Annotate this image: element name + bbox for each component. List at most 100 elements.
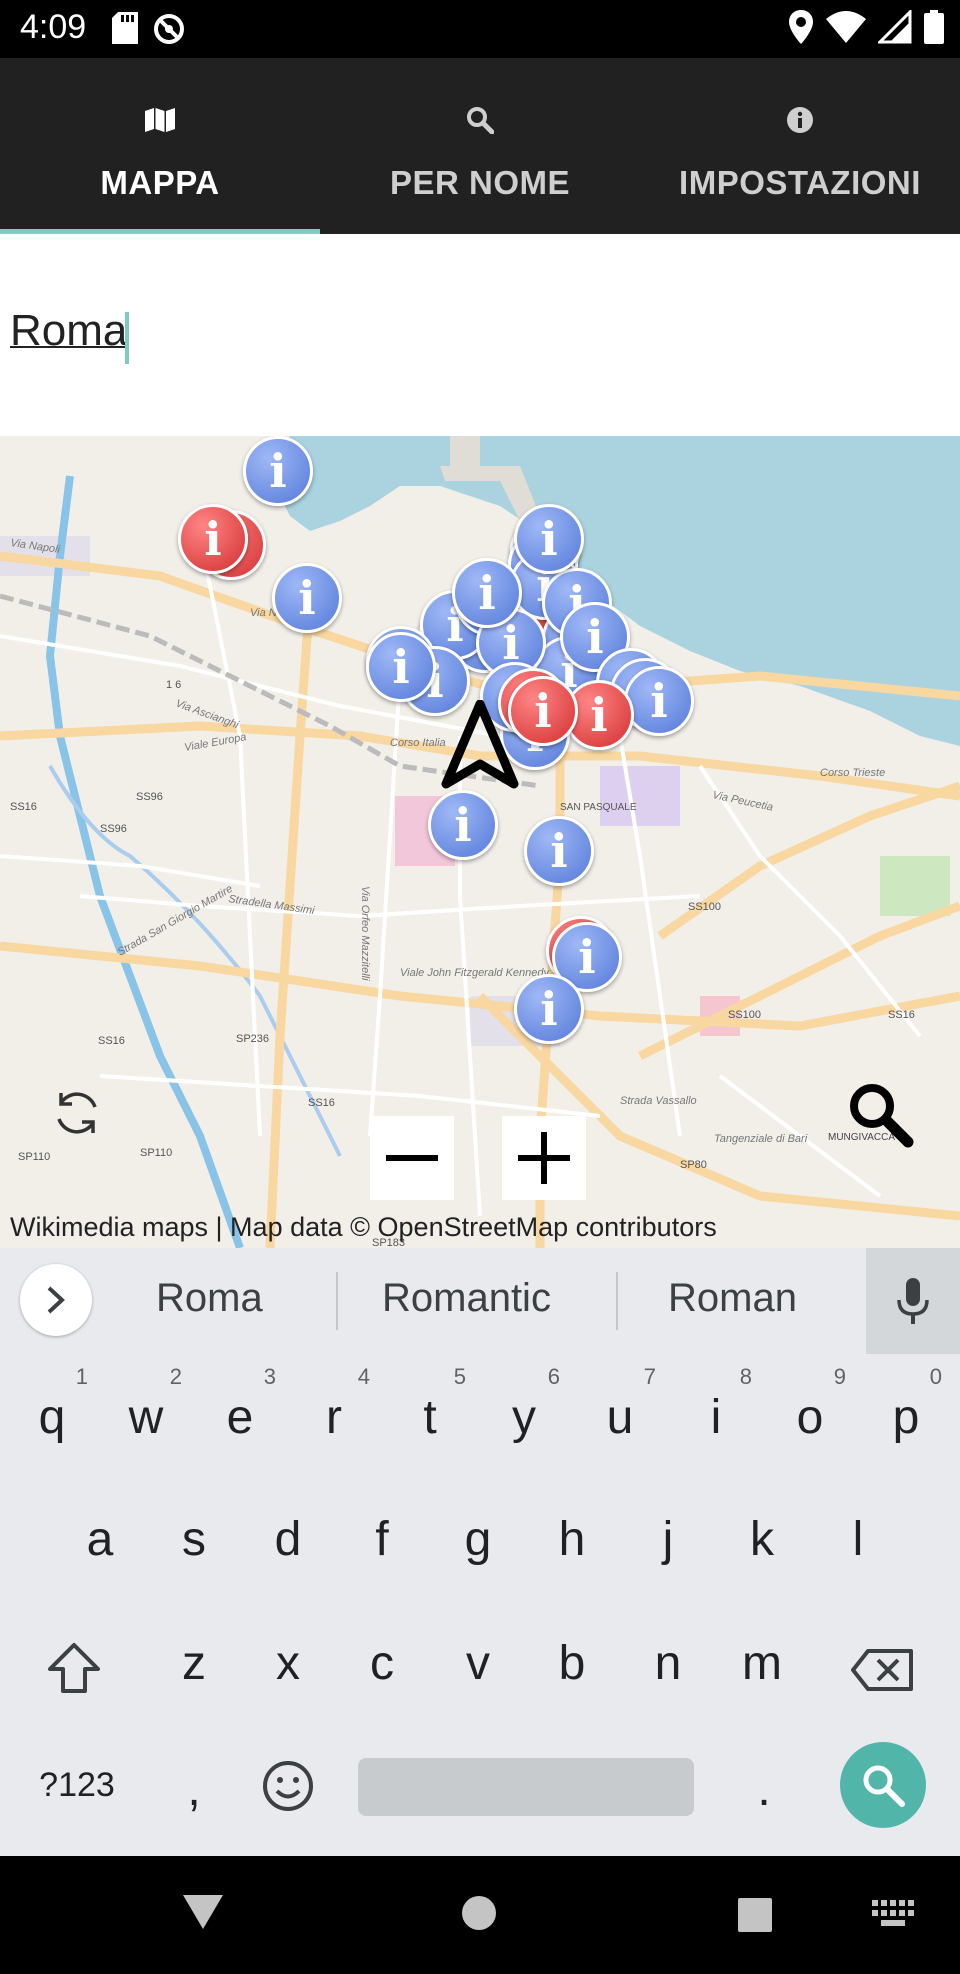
key-c[interactable]: c [352, 1636, 412, 1691]
suggestion-2[interactable]: Romantic [382, 1276, 551, 1321]
map-marker-red[interactable]: i [178, 504, 248, 574]
refresh-button[interactable] [46, 1082, 108, 1144]
key-m[interactable]: m [732, 1636, 792, 1691]
suggestion-divider [616, 1272, 618, 1330]
refresh-icon [57, 1092, 97, 1134]
search-icon [863, 1765, 905, 1807]
map-label-ss16: SS16 [308, 1097, 335, 1109]
map-label-viale-europa: Viale Europa [183, 731, 247, 754]
sync-off-icon [154, 14, 184, 44]
map-marker-blue[interactable]: i [524, 816, 594, 886]
search-area[interactable]: Roma [0, 234, 960, 436]
key-k[interactable]: k [732, 1512, 792, 1567]
map-marker-blue[interactable]: i [272, 563, 342, 633]
back-button[interactable] [180, 1892, 226, 1937]
map-label-16: 1 6 [166, 679, 181, 691]
microphone-icon [897, 1278, 929, 1324]
wifi-icon [826, 11, 866, 43]
map-label-ss16: SS16 [10, 801, 37, 813]
map-marker-blue[interactable]: i [514, 504, 584, 574]
tab-per-nome[interactable]: PER NOME [320, 58, 640, 234]
chevron-right-icon [47, 1286, 65, 1314]
search-input[interactable]: Roma [10, 306, 127, 356]
emoji-icon [263, 1761, 313, 1811]
map-marker-blue[interactable]: i [243, 436, 313, 506]
keyboard-search-key[interactable] [840, 1742, 926, 1828]
key-i[interactable]: i8 [686, 1364, 752, 1445]
map-label-corso-italia: Corso Italia [390, 737, 446, 749]
map-search-button[interactable] [842, 1076, 918, 1152]
map-view[interactable]: SS16 SS96 SS96 SS100 SS100 SS16 SP236 SS… [0, 436, 960, 1248]
key-h[interactable]: h [542, 1512, 602, 1567]
key-j[interactable]: j [638, 1512, 698, 1567]
key-q[interactable]: q1 [22, 1364, 88, 1445]
key-b[interactable]: b [542, 1636, 602, 1691]
back-triangle-icon [183, 1895, 223, 1929]
map-label-tangenziale-di-bari: Tangenziale di Bari [714, 1133, 808, 1145]
map-label-sp110: SP110 [18, 1151, 50, 1163]
key-f[interactable]: f [352, 1512, 412, 1567]
map-label-viale-john-fitzgerald-kennedy: Viale John Fitzgerald Kennedy [400, 967, 551, 979]
recents-square-icon [738, 1898, 772, 1932]
map-marker-blue[interactable]: i [624, 666, 694, 736]
space-key[interactable] [358, 1758, 694, 1816]
key-t[interactable]: t5 [400, 1364, 466, 1445]
expand-suggestions-button[interactable] [20, 1264, 92, 1336]
key-n[interactable]: n [638, 1636, 698, 1691]
map-label-sp80: SP80 [680, 1159, 707, 1171]
zoom-out-button[interactable] [370, 1116, 454, 1200]
keyboard-switch-button[interactable] [872, 1900, 914, 1933]
key-o[interactable]: o9 [780, 1364, 846, 1445]
map-label-ss100: SS100 [688, 901, 721, 913]
key-d[interactable]: d [258, 1512, 318, 1567]
period-key[interactable]: . [734, 1762, 794, 1817]
status-bar: 4:09 [0, 0, 960, 58]
location-arrow-icon [441, 700, 519, 789]
key-r[interactable]: r4 [304, 1364, 370, 1445]
key-l[interactable]: l [828, 1512, 888, 1567]
zoom-in-button[interactable] [502, 1116, 586, 1200]
map-attribution: Wikimedia maps | Map data © OpenStreetMa… [10, 1212, 717, 1242]
suggestion-3[interactable]: Roman [668, 1276, 797, 1321]
signal-icon [878, 10, 912, 44]
shift-key[interactable] [46, 1642, 106, 1694]
symbols-key[interactable]: ?123 [30, 1766, 124, 1805]
tab-per-nome-label: PER NOME [389, 164, 571, 201]
search-icon [467, 107, 494, 134]
emoji-key[interactable] [262, 1760, 316, 1814]
map-icon [145, 108, 175, 132]
map-label-ss96: SS96 [100, 823, 127, 835]
sd-card-icon [112, 12, 138, 44]
key-z[interactable]: z [164, 1636, 224, 1691]
tab-mappa-label: MAPPA [100, 164, 220, 201]
comma-key[interactable]: , [164, 1762, 224, 1817]
map-marker-blue[interactable]: i [366, 632, 436, 702]
backspace-key[interactable] [850, 1648, 916, 1692]
map-marker-blue[interactable]: i [514, 974, 584, 1044]
map-marker-blue[interactable]: i [452, 558, 522, 628]
plus-icon [518, 1132, 570, 1184]
tab-impostazioni-label: IMPOSTAZIONI [679, 164, 921, 201]
key-e[interactable]: e3 [210, 1364, 276, 1445]
key-w[interactable]: w2 [116, 1364, 182, 1445]
key-v[interactable]: v [448, 1636, 508, 1691]
key-x[interactable]: x [258, 1636, 318, 1691]
backspace-icon [851, 1649, 913, 1691]
minus-icon [386, 1155, 438, 1161]
voice-input-button[interactable] [866, 1248, 960, 1354]
key-a[interactable]: a [70, 1512, 130, 1567]
key-y[interactable]: y6 [494, 1364, 560, 1445]
map-marker-blue[interactable]: i [428, 790, 498, 860]
recents-button[interactable] [736, 1896, 774, 1939]
tab-mappa[interactable]: MAPPA [0, 58, 320, 234]
key-u[interactable]: u7 [590, 1364, 656, 1445]
key-s[interactable]: s [164, 1512, 224, 1567]
key-g[interactable]: g [448, 1512, 508, 1567]
map-label-strada-san-giorgio-martire: Strada San Giorgio Martire [116, 883, 235, 959]
location-icon [789, 10, 813, 44]
suggestion-1[interactable]: Roma [156, 1276, 263, 1321]
home-button[interactable] [458, 1892, 500, 1939]
tab-impostazioni[interactable]: IMPOSTAZIONI [640, 58, 960, 234]
key-p[interactable]: p0 [876, 1364, 942, 1445]
map-label-ss100: SS100 [728, 1009, 761, 1021]
